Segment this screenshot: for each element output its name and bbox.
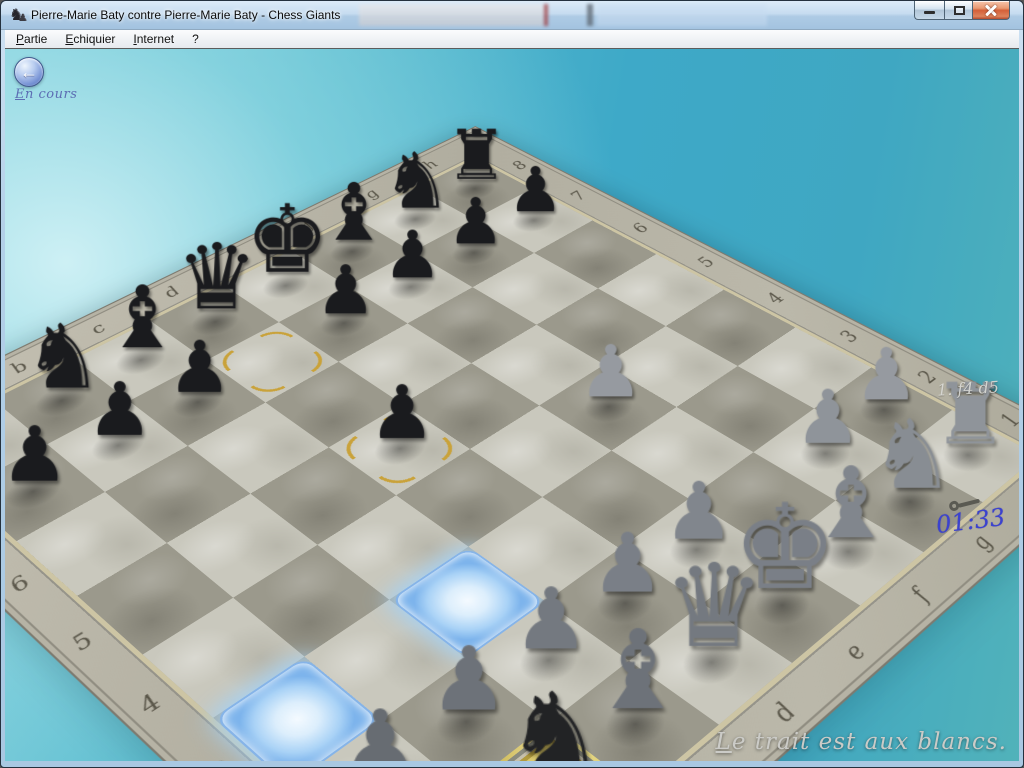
left-arrow-icon: ←	[20, 63, 38, 81]
app-chess-knight-icon: ♞♟	[9, 6, 27, 24]
glass-reflection	[359, 4, 544, 26]
window-controls	[914, 1, 1010, 20]
menu-bar: PartieEchiquierInternet?	[5, 30, 1019, 49]
minimize-button[interactable]	[914, 1, 944, 20]
back-button[interactable]: ←	[14, 57, 44, 87]
maximize-button[interactable]	[944, 1, 973, 20]
title-bar[interactable]: ♞♟ Pierre-Marie Baty contre Pierre-Marie…	[1, 1, 1023, 30]
chess-board-3d: 87654321 87654321 abcdefgh abcdefgh ♜♜♞♞…	[5, 159, 1019, 761]
application-window: ♞♟ Pierre-Marie Baty contre Pierre-Marie…	[0, 0, 1024, 768]
glass-reflection	[587, 4, 593, 26]
game-state-link[interactable]: En cours	[15, 87, 77, 102]
board-square-d5[interactable]: ♟♟	[329, 404, 470, 495]
menu-item-echiquier[interactable]: Echiquier	[56, 31, 124, 47]
maximize-icon	[954, 6, 965, 15]
menu-item-?[interactable]: ?	[183, 31, 208, 47]
board-square-f4[interactable]: ♟♟	[539, 365, 676, 451]
minimize-icon	[924, 11, 935, 14]
glass-reflection	[597, 4, 767, 26]
turn-status-text: Le trait est aux blancs.	[716, 729, 1007, 755]
glass-reflection	[544, 4, 548, 26]
window-title: Pierre-Marie Baty contre Pierre-Marie Ba…	[31, 8, 340, 22]
move-list: 1. f4 d5	[937, 377, 1000, 399]
close-button[interactable]	[973, 1, 1010, 20]
menu-item-partie[interactable]: Partie	[7, 31, 56, 47]
game-viewport: 87654321 87654321 abcdefgh abcdefgh ♜♜♞♞…	[5, 49, 1019, 761]
menu-item-internet[interactable]: Internet	[124, 31, 183, 47]
board-square-a7[interactable]: ♟♟	[5, 444, 105, 541]
